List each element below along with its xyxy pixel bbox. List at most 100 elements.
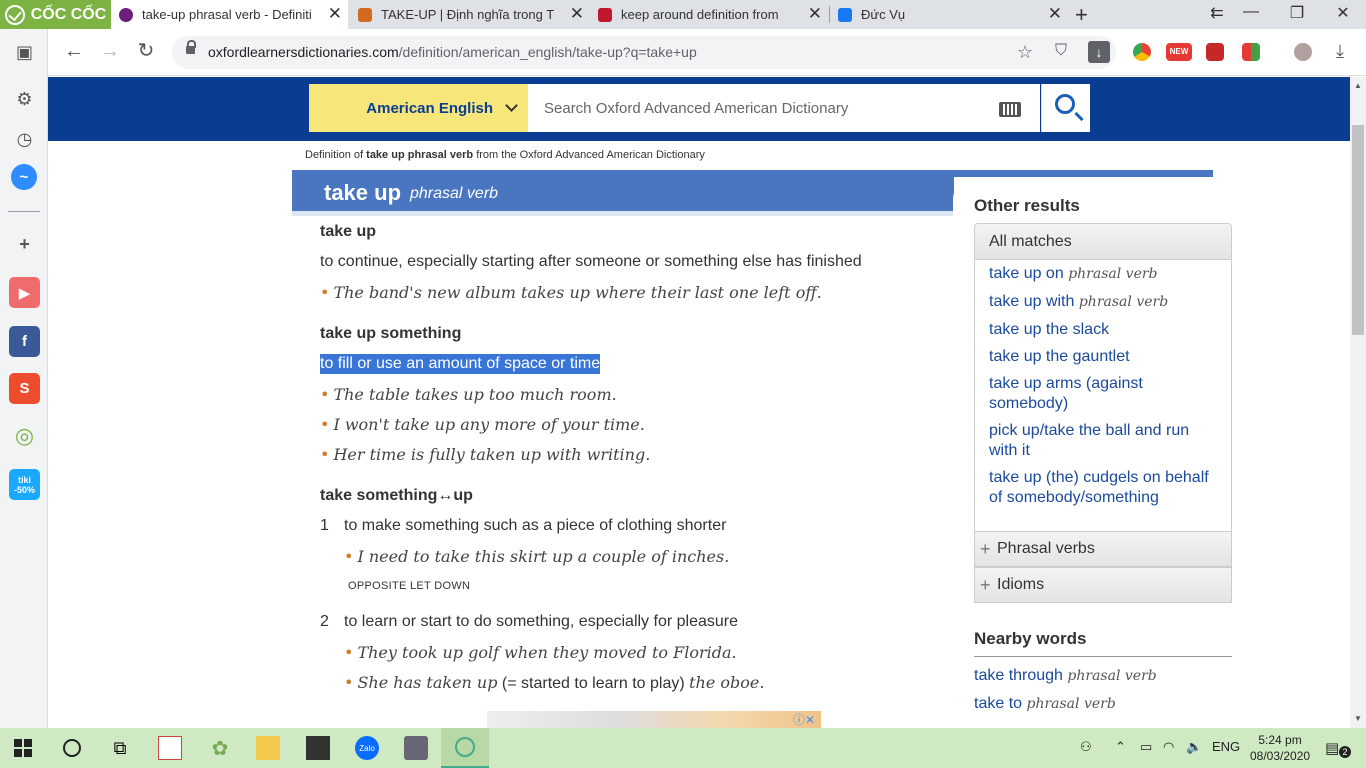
settings-gear-icon[interactable]: ⚙ (9, 84, 40, 115)
all-matches-header[interactable]: All matches (975, 224, 1231, 260)
restore-icon[interactable]: ❐ (1283, 3, 1311, 23)
app-icon-2[interactable]: ✿ (208, 736, 232, 760)
scroll-up-icon[interactable]: ▲ (1354, 81, 1362, 90)
reload-icon[interactable]: ↻ (134, 40, 158, 62)
language-indicator[interactable]: ENG (1212, 739, 1240, 754)
chrome-extension-icon[interactable] (1133, 43, 1151, 61)
forward-icon[interactable]: → (98, 40, 122, 62)
result-text: take up (the) cudgels on behalf of someb… (989, 469, 1209, 506)
tab-macmillan[interactable]: keep around definition from ✕ (590, 0, 828, 29)
sidebar-toggle-icon[interactable]: ▣ (9, 37, 40, 68)
address-bar[interactable]: oxfordlearnersdictionaries.com/definitio… (172, 36, 1116, 69)
cortana-search-icon[interactable] (60, 736, 84, 760)
nearby-pos: phrasal verb (1026, 696, 1116, 712)
result-link[interactable]: take up on phrasal verb (989, 264, 1219, 284)
task-view-icon[interactable]: ⧉ (108, 736, 132, 760)
url-text[interactable]: oxfordlearnersdictionaries.com/definitio… (208, 44, 697, 60)
search-input[interactable]: Search Oxford Advanced American Dictiona… (528, 84, 1040, 132)
minimize-icon[interactable]: — (1237, 3, 1265, 21)
tab-title: TAKE-UP | Định nghĩa trong T (381, 7, 555, 22)
zalo-icon[interactable]: Zalo (355, 736, 379, 760)
close-icon[interactable]: ✕ (1048, 5, 1062, 22)
app-icon-3[interactable] (306, 736, 330, 760)
sense-definition: to continue, especially starting after s… (320, 253, 862, 270)
nearby-text: take to (974, 695, 1023, 712)
coccoc-map-icon[interactable]: ◎ (9, 420, 40, 451)
profile-avatar[interactable] (1294, 43, 1312, 61)
close-icon[interactable]: ✕ (808, 5, 822, 22)
entry-header-underline (292, 211, 954, 216)
extension-grid-icon[interactable] (1242, 43, 1260, 61)
chevron-down-icon (505, 99, 518, 112)
wifi-icon[interactable]: ◠ (1163, 739, 1174, 755)
language-selector[interactable]: American English (309, 84, 528, 132)
idioms-accordion[interactable]: + Idioms (974, 567, 1232, 603)
result-link[interactable]: take up the gauntlet (989, 347, 1219, 367)
app-icon-4[interactable] (404, 736, 428, 760)
language-label: American English (366, 99, 493, 117)
advertisement-banner[interactable] (487, 711, 821, 728)
coccoc-taskbar-icon[interactable] (441, 728, 489, 768)
result-link[interactable]: take up with phrasal verb (989, 292, 1219, 312)
messenger-icon[interactable]: ~ (11, 164, 37, 190)
result-link[interactable]: take up arms (against somebody) (989, 374, 1219, 414)
people-icon[interactable]: ⚇ (1080, 739, 1092, 755)
cambridge-icon (358, 7, 372, 22)
new-badge-extension-icon[interactable]: NEW (1166, 43, 1192, 61)
close-icon[interactable]: ✕ (570, 5, 584, 22)
ad-info-close-icon[interactable]: ⓘ✕ (793, 711, 815, 728)
new-tab-button[interactable]: + (1075, 2, 1088, 28)
tiki-icon[interactable]: tiki -50% (9, 469, 40, 500)
add-panel-icon[interactable]: + (9, 229, 40, 260)
site-header: American English Search Oxford Advanced … (48, 77, 1350, 141)
windows-start-icon[interactable] (14, 739, 32, 757)
close-icon[interactable]: ✕ (328, 5, 342, 22)
file-explorer-icon[interactable] (256, 736, 280, 760)
nearby-link[interactable]: take to phrasal verb (974, 695, 1116, 713)
download-icon[interactable]: ⤓ (1328, 40, 1352, 62)
coccoc-menu-button[interactable]: CỐC CỐC (0, 0, 111, 29)
result-link[interactable]: take up the slack (989, 320, 1219, 340)
scrollbar-thumb[interactable] (1352, 125, 1364, 335)
clock[interactable]: 5:24 pm 08/03/2020 (1250, 732, 1310, 764)
bookmark-star-icon[interactable]: ☆ (1017, 42, 1033, 63)
tab-cambridge[interactable]: TAKE-UP | Định nghĩa trong T ✕ (350, 0, 590, 29)
scroll-down-icon[interactable]: ▼ (1354, 714, 1362, 723)
result-link[interactable]: take up (the) cudgels on behalf of someb… (989, 468, 1219, 508)
example-sentence: • Her time is fully taken up with writing… (320, 445, 651, 464)
facebook-sidebar-icon[interactable]: f (9, 326, 40, 357)
youtube-icon[interactable]: ▶ (9, 277, 40, 308)
shopee-icon[interactable]: S (9, 373, 40, 404)
web-page: American English Search Oxford Advanced … (48, 77, 1350, 728)
window-close-icon[interactable]: ✕ (1329, 3, 1357, 23)
search-button[interactable] (1041, 84, 1090, 132)
phrasal-verbs-accordion[interactable]: + Phrasal verbs (974, 531, 1232, 567)
nearby-link[interactable]: take through phrasal verb (974, 667, 1157, 685)
save-video-icon[interactable]: ↓ (1088, 41, 1110, 63)
tab-oxford[interactable]: take-up phrasal verb - Definiti ✕ (111, 0, 348, 29)
coccoc-logo-icon (4, 4, 25, 25)
page-scrollbar[interactable]: ▲ ▼ (1350, 77, 1366, 728)
tab-search-icon[interactable]: ⇇ (1203, 3, 1231, 23)
battery-icon[interactable]: ▭ (1140, 739, 1152, 755)
sense-definition-selected[interactable]: to fill or use an amount of space or tim… (320, 354, 601, 374)
chevron-up-icon[interactable]: ⌃ (1115, 739, 1126, 755)
app-icon-1[interactable] (158, 736, 182, 760)
shield-icon[interactable]: ⛉ (1055, 42, 1067, 60)
opposite-link[interactable]: LET DOWN (410, 580, 470, 592)
history-icon[interactable]: ◷ (9, 124, 40, 155)
example-sentence: • The table takes up too much room. (320, 385, 617, 404)
plus-icon: + (980, 575, 991, 595)
tab-title: take-up phrasal verb - Definiti (142, 7, 312, 22)
volume-icon[interactable]: 🔈 (1186, 739, 1202, 755)
example-text-end: the oboe. (689, 673, 765, 692)
breadcrumb-post: from the Oxford Advanced American Dictio… (473, 149, 705, 161)
back-icon[interactable]: ← (62, 40, 86, 62)
keyboard-icon[interactable] (999, 102, 1021, 117)
example-text: I won't take up any more of your time. (333, 415, 645, 434)
notification-icon[interactable]: ▤ (1325, 739, 1339, 757)
extension-red-icon[interactable] (1206, 43, 1224, 61)
result-text: take up on (989, 265, 1064, 282)
result-link[interactable]: pick up/take the ball and run with it (989, 421, 1219, 461)
tab-facebook[interactable]: Đức Vụ ✕ (830, 0, 1068, 29)
